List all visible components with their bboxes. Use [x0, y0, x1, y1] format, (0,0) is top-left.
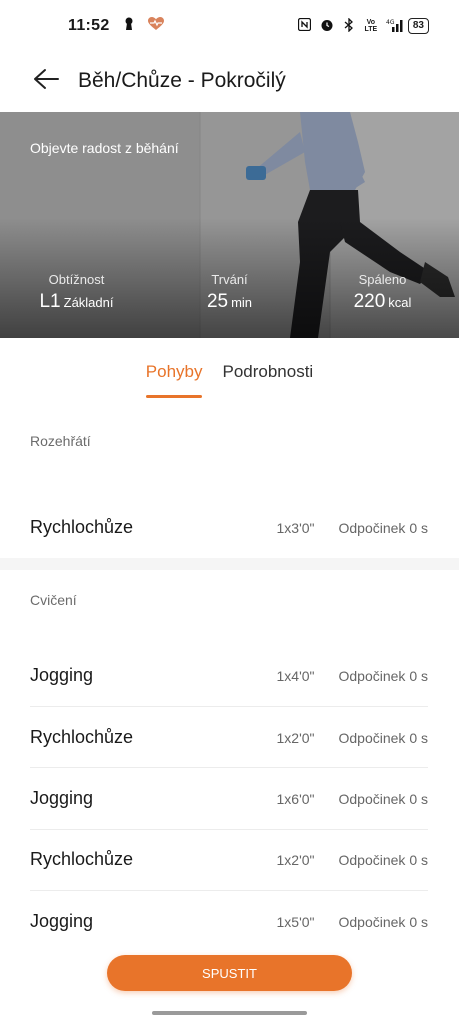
- exercise-rest: Odpočinek 0 s: [338, 913, 429, 930]
- stat-label: Trvání: [211, 272, 248, 287]
- exercise-rest: Odpočinek 0 s: [338, 790, 429, 807]
- exercise-name: Jogging: [30, 911, 94, 931]
- heart-health-icon: [147, 17, 164, 35]
- list-item[interactable]: Rychlochůze 1x3'0" Odpočinek 0 s: [30, 497, 428, 558]
- exercise-rest: Odpočinek 0 s: [338, 519, 429, 536]
- stat-label: Spáleno: [358, 272, 407, 287]
- nfc-icon: [298, 17, 312, 34]
- section-divider: [0, 558, 459, 570]
- stat-difficulty: Obtížnost L1 Základní: [0, 272, 153, 313]
- exercise-rest: Odpočinek 0 s: [338, 729, 429, 746]
- list-item[interactable]: Jogging 1x4'0" Odpočinek 0 s: [30, 645, 428, 706]
- hero-tagline: Objevte radost z běhání: [30, 140, 179, 156]
- exercise-reps: 1x3'0": [276, 519, 315, 536]
- list-item[interactable]: Jogging 1x6'0" Odpočinek 0 s: [30, 768, 428, 829]
- exercise-reps: 1x6'0": [276, 790, 315, 807]
- section-title-warmup: Rozehřátí: [30, 433, 91, 449]
- exercise-name: Jogging: [30, 665, 94, 685]
- exercise-name: Rychlochůze: [30, 517, 134, 537]
- section-title-exercise: Cvičení: [30, 592, 77, 608]
- home-indicator[interactable]: [152, 1011, 307, 1015]
- svg-text:4G: 4G: [386, 19, 395, 26]
- battery-indicator: 83: [407, 18, 429, 34]
- list-item[interactable]: Rychlochůze 1x2'0" Odpočinek 0 s: [30, 829, 428, 890]
- 4g-signal-icon: 4G: [386, 18, 403, 35]
- stat-duration: Trvání 25 min: [153, 272, 306, 313]
- exercise-name: Jogging: [30, 788, 94, 808]
- stat-unit: kcal: [388, 295, 412, 310]
- stat-value: L1: [39, 291, 61, 312]
- volte-icon: Vo LTE: [364, 19, 378, 33]
- exercise-rest: Odpočinek 0 s: [338, 851, 429, 868]
- stat-unit: min: [231, 295, 253, 310]
- list-item[interactable]: Rychlochůze 1x2'0" Odpočinek 0 s: [30, 707, 428, 768]
- tab-bar: Pohyby Podrobnosti: [0, 362, 459, 398]
- exercise-name: Rychlochůze: [30, 727, 134, 747]
- exercise-reps: 1x2'0": [276, 729, 315, 746]
- stat-value: 25: [206, 291, 229, 312]
- stat-value: 220: [353, 291, 386, 312]
- hero-banner: Objevte radost z běhání Obtížnost L1 Zákl…: [0, 112, 459, 338]
- keyhole-icon: [124, 17, 134, 35]
- stat-calories: Spáleno 220 kcal: [306, 272, 459, 313]
- status-bar: 11:52 Vo LTE 4G 83: [0, 0, 459, 52]
- exercise-reps: 1x4'0": [276, 667, 315, 684]
- workout-stats: Obtížnost L1 Základní Trvání 25 min Spálen…: [0, 272, 459, 313]
- status-time: 11:52: [68, 17, 110, 34]
- tab-details[interactable]: Podrobnosti: [222, 362, 313, 398]
- stat-unit: Základní: [63, 295, 114, 310]
- back-button[interactable]: [26, 61, 66, 101]
- stat-label: Obtížnost: [48, 272, 105, 287]
- exercise-rest: Odpočinek 0 s: [338, 667, 429, 684]
- exercise-reps: 1x2'0": [276, 851, 315, 868]
- page-title: Běh/Chůze - Pokročilý: [78, 69, 286, 92]
- exercise-reps: 1x5'0": [276, 913, 315, 930]
- tab-movements[interactable]: Pohyby: [145, 362, 202, 398]
- exercise-name: Rychlochůze: [30, 849, 134, 869]
- app-header: Běh/Chůze - Pokročilý: [0, 52, 459, 110]
- list-item[interactable]: Jogging 1x5'0" Odpočinek 0 s: [30, 891, 428, 952]
- start-button[interactable]: SPUSTIT: [107, 955, 352, 991]
- alarm-icon: [320, 18, 334, 35]
- arrow-left-icon: [33, 68, 59, 95]
- bluetooth-icon: [342, 16, 356, 35]
